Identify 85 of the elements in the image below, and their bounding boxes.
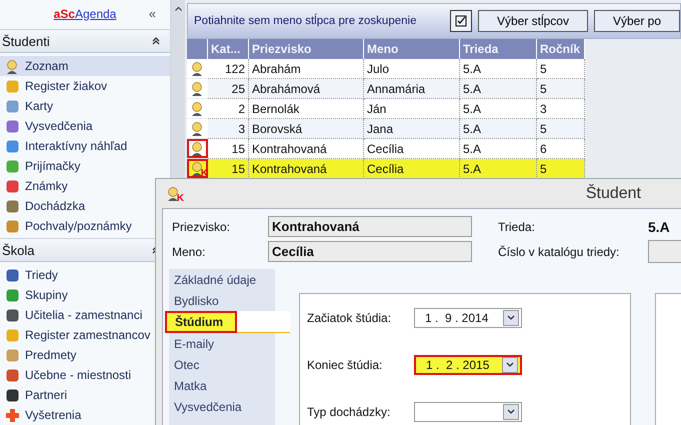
field-label: Koniec štúdia: — [307, 358, 384, 372]
collapse-icon — [152, 37, 160, 45]
sidebar-item[interactable]: Vysvedčenia — [0, 116, 170, 136]
table-cell: Ján — [364, 99, 460, 119]
checkbox-button[interactable] — [450, 10, 472, 32]
table-cell: Kontrahovaná — [249, 139, 364, 159]
sidebar-item[interactable]: Prijímačky — [0, 156, 170, 176]
field-label: Meno: — [172, 244, 206, 258]
tab-item[interactable]: Otec — [169, 354, 275, 375]
sidebar-item[interactable]: Skupiny — [0, 285, 170, 305]
date-dropdown[interactable]: 1 . 2 . 2015 — [414, 354, 522, 374]
date-dropdown[interactable]: 1 . 9 . 2014 — [414, 308, 522, 328]
section-header[interactable]: Študenti — [0, 29, 170, 53]
table-cell: 5.A — [460, 119, 537, 139]
sidebar-item[interactable]: Pochvaly/poznámky — [0, 216, 170, 236]
student-icon — [5, 58, 20, 74]
table-cell: Cecília — [364, 159, 460, 179]
table-cell: 15 — [208, 139, 249, 159]
table-cell: Jana — [364, 119, 460, 139]
tab-item[interactable]: Bydlisko — [169, 290, 275, 311]
toolbar-button[interactable]: Výber stĺpcov — [478, 10, 588, 32]
student-icon — [190, 101, 205, 116]
group-hint: Potiahnite sem meno stĺpca pre zoskupenie — [194, 15, 418, 27]
student-icon — [190, 121, 205, 136]
table-cell: Borovská — [249, 119, 364, 139]
table-cell: Bernolák — [249, 99, 364, 119]
table-cell: 15 — [208, 159, 249, 179]
cross-icon — [5, 408, 20, 422]
table-cell: Cecília — [364, 139, 460, 159]
tab-item[interactable]: Štúdium — [165, 311, 290, 333]
table-cell: 3 — [537, 99, 585, 119]
table-cell: Abrahám — [249, 59, 364, 79]
sidebar-item[interactable]: Karty — [0, 96, 170, 116]
table-cell: 5.A — [460, 99, 537, 119]
field-label: Začiatok štúdia: — [307, 310, 392, 324]
toolbar-button[interactable]: Výber po — [594, 10, 680, 32]
date-dropdown[interactable] — [414, 402, 522, 422]
sidebar-item[interactable]: Predmety — [0, 345, 170, 365]
student-icon — [190, 141, 205, 156]
checkbox-icon — [454, 15, 467, 27]
sidebar-item[interactable]: Triedy — [0, 265, 170, 285]
table-cell: 5 — [537, 79, 585, 99]
sidebar-item[interactable]: Vyšetrenia — [0, 405, 170, 425]
catalog-number-field[interactable] — [648, 240, 681, 263]
table-cell: 2 — [208, 99, 249, 119]
sidebar-item[interactable]: Interaktívny náhľad — [0, 136, 170, 156]
table-cell: Annamária — [364, 79, 460, 99]
tab-item[interactable]: Základné údaje — [169, 269, 275, 290]
section-title: Študenti — [2, 34, 50, 48]
table-cell: 5.A — [460, 139, 537, 159]
collapse-button[interactable]: « — [148, 6, 156, 21]
sidebar-item[interactable]: Zoznam — [0, 56, 170, 76]
app-logo-link[interactable]: aScAgenda — [54, 6, 116, 20]
scroll-up-icon[interactable] — [174, 6, 182, 11]
table-cell: Abrahámová — [249, 79, 364, 99]
sidebar-item[interactable]: Partneri — [0, 385, 170, 405]
tab-item[interactable]: E-maily — [169, 333, 275, 354]
class-value: 5.A — [648, 218, 671, 234]
table-cell: 6 — [537, 139, 585, 159]
field-label: Typ dochádzky: — [307, 404, 392, 418]
table-cell: 3 — [208, 119, 249, 139]
sidebar-item[interactable]: Učebne - miestnosti — [0, 365, 170, 385]
field-label: Číslo v katalógu triedy: — [498, 244, 620, 258]
table-cell: 5.A — [460, 79, 537, 99]
table-cell: 25 — [208, 79, 249, 99]
table-cell: Kontrahovaná — [249, 159, 364, 179]
table-cell: Julo — [364, 59, 460, 79]
table-cell: 5.A — [460, 159, 537, 179]
dialog-title: Študent — [586, 184, 641, 202]
tab-item[interactable]: Vysvedčenia — [169, 396, 275, 417]
student-icon — [190, 81, 205, 96]
table-cell: 5 — [537, 119, 585, 139]
tab-item[interactable]: Matka — [169, 375, 275, 396]
surname-field[interactable]: Kontrahovaná — [268, 216, 472, 237]
table-cell: 5 — [537, 159, 585, 179]
sidebar-item[interactable]: Register žiakov — [0, 76, 170, 96]
table-cell: 122 — [208, 59, 249, 79]
table-cell: 5.A — [460, 59, 537, 79]
tab-label: Štúdium — [165, 310, 237, 332]
student-icon — [190, 61, 205, 76]
name-field[interactable]: Cecília — [268, 241, 472, 262]
field-label: Priezvisko: — [172, 220, 232, 234]
section-title: Škola — [2, 242, 35, 258]
field-label: Trieda: — [498, 220, 536, 234]
table-cell: 5 — [537, 59, 585, 79]
